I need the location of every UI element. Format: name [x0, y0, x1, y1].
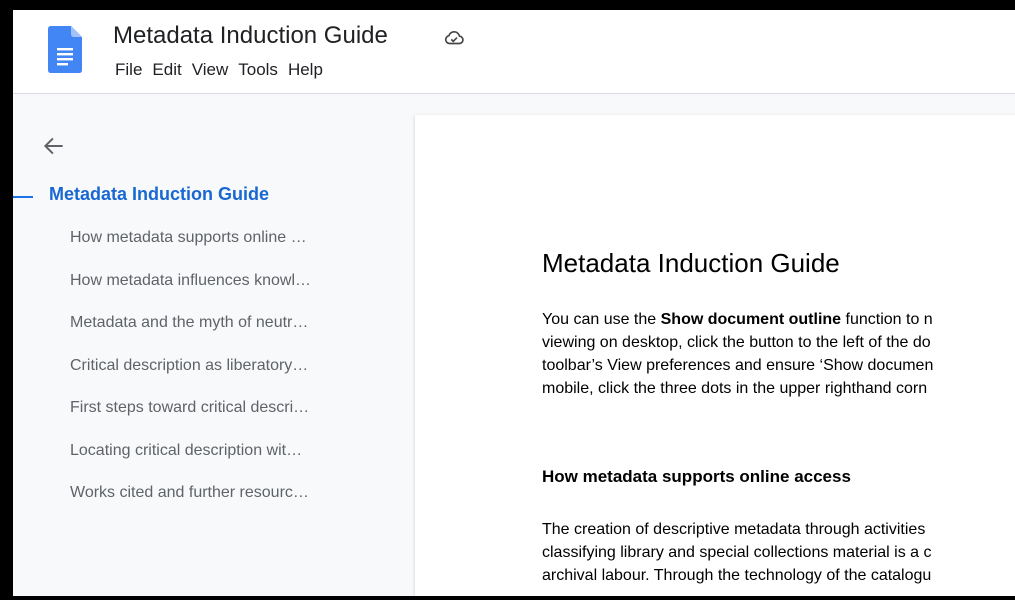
intro-bold-text: Show document outline: [660, 311, 842, 328]
menu-help[interactable]: Help: [284, 60, 329, 80]
body-line: The creation of descriptive metadata thr…: [542, 521, 926, 538]
outline-item[interactable]: Locating critical description wit…: [70, 441, 311, 484]
document-page[interactable]: Metadata Induction Guide You can use the…: [415, 115, 1015, 596]
body-paragraph: The creation of descriptive metadata thr…: [542, 518, 1015, 587]
intro-paragraph: You can use the Show document outline fu…: [542, 308, 1015, 400]
outline-title[interactable]: Metadata Induction Guide: [49, 184, 269, 205]
document-outline-panel: Metadata Induction Guide How metadata su…: [13, 95, 413, 596]
document-title[interactable]: Metadata Induction Guide: [113, 22, 388, 50]
body-line: classifying library and special collecti…: [542, 544, 932, 561]
intro-text: You can use the: [542, 311, 661, 328]
intro-line: viewing on desktop, click the button to …: [542, 334, 931, 351]
active-heading-marker: [13, 196, 33, 198]
arrow-back-icon[interactable]: [41, 133, 67, 159]
outline-item[interactable]: How metadata supports online …: [70, 228, 311, 271]
outline-item[interactable]: Works cited and further resourc…: [70, 483, 311, 526]
docs-logo-icon[interactable]: [48, 26, 82, 73]
document-heading: Metadata Induction Guide: [542, 248, 840, 278]
intro-line: You can use the Show document outline fu…: [542, 308, 1015, 331]
outline-item[interactable]: Critical description as liberatory…: [70, 356, 311, 399]
cloud-saved-icon[interactable]: [443, 27, 465, 49]
outline-item[interactable]: First steps toward critical descri…: [70, 398, 311, 441]
outline-list: How metadata supports online … How metad…: [70, 228, 311, 526]
intro-line: mobile, click the three dots in the uppe…: [542, 380, 928, 397]
intro-line: toolbar’s View preferences and ensure ‘S…: [542, 357, 934, 374]
menu-view[interactable]: View: [188, 60, 235, 80]
menu-tools[interactable]: Tools: [234, 60, 284, 80]
menu-edit[interactable]: Edit: [148, 60, 187, 80]
outline-item[interactable]: How metadata influences knowl…: [70, 271, 311, 314]
menu-bar: File Edit View Tools Help: [111, 60, 329, 80]
docs-window: Metadata Induction Guide File Edit View …: [13, 10, 1015, 596]
app-header: Metadata Induction Guide File Edit View …: [13, 10, 1015, 94]
body-line: archival labour. Through the technology …: [542, 567, 932, 584]
outline-item[interactable]: Metadata and the myth of neutr…: [70, 313, 311, 356]
intro-text: function to n: [841, 311, 933, 328]
section-heading: How metadata supports online access: [542, 467, 851, 486]
menu-file[interactable]: File: [111, 60, 148, 80]
